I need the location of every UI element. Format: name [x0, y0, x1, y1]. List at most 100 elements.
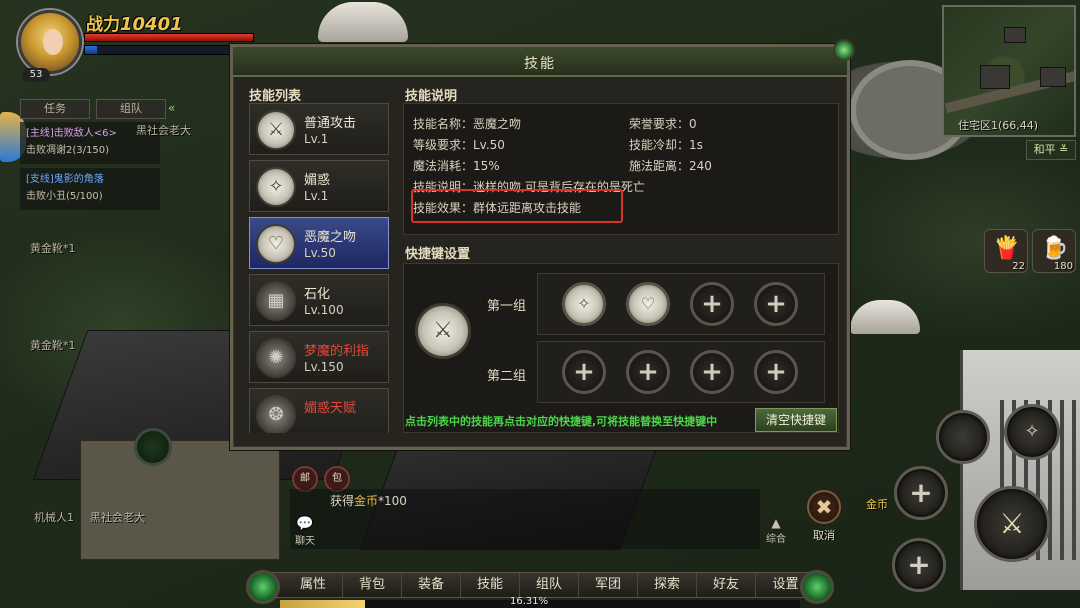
hotkey-slot[interactable]: + [690, 350, 734, 394]
skill-item-locked[interactable]: ✺ 梦魔的利指 Lv.150 [249, 331, 389, 383]
hotkey-slot[interactable]: ♡ [626, 282, 670, 326]
player-avatar[interactable] [18, 10, 82, 74]
hotkey-slot[interactable]: + [754, 282, 798, 326]
quest-title: [主线]击败敌人<6> [26, 128, 117, 139]
skill-slot-button[interactable] [936, 410, 990, 464]
current-skill-icon: ⚔ [415, 303, 471, 359]
skill-level: Lv.100 [304, 303, 344, 317]
house-wall [80, 440, 280, 560]
dialog-header: 技能 [233, 47, 847, 77]
hotkey-hint: 点击列表中的技能再点击对应的快捷键,可将技能替换至快捷键中 [405, 415, 718, 428]
group-label: 第一组 [487, 299, 527, 314]
minimap-coordinates: 住宅区1(66,44) [958, 119, 1039, 132]
skill-name: 石化 [304, 287, 331, 302]
dialog-title: 技能 [524, 56, 556, 72]
skill-desc-cooldown: 技能冷却：1s [629, 138, 703, 152]
chat-button-label: 聊天 [295, 536, 315, 547]
skill-slot-button[interactable]: ✧ [1004, 404, 1060, 460]
tab-quest[interactable]: 任务 [20, 99, 90, 119]
hotkey-slot[interactable]: + [754, 350, 798, 394]
menu-friends[interactable]: 好友 [697, 573, 756, 597]
sword-icon: ⚔ [433, 318, 453, 343]
attack-button[interactable]: ⚔ [974, 486, 1050, 562]
quick-item-slot[interactable]: 🍟 22 [984, 229, 1028, 273]
cancel-button[interactable]: ✖ 取消 [796, 490, 852, 542]
npc-name-label[interactable]: 黑社会老大 [136, 122, 191, 138]
menu-equipment[interactable]: 装备 [402, 573, 461, 597]
chat-channel-button[interactable]: ▲ 综合 [764, 516, 788, 548]
hotkey-group-2: + + + + [537, 341, 825, 403]
skill-item[interactable]: ▦ 石化 Lv.100 [249, 274, 389, 326]
plus-icon: + [701, 289, 723, 319]
skill-list[interactable]: ⚔ 普通攻击 Lv.1 ✧ 媚惑 Lv.1 ♡ 恶魔之吻 Lv.50 ▦ 石化 … [249, 103, 391, 433]
minimap-house [1040, 67, 1066, 87]
skill-item[interactable]: ✧ 媚惑 Lv.1 [249, 160, 389, 212]
skill-dialog: 技能 技能列表 技能说明 ⚔ 普通攻击 Lv.1 ✧ 媚惑 Lv.1 ♡ 恶魔之… [230, 39, 855, 450]
claw-icon: ✺ [256, 338, 296, 378]
hotkey-title: 快捷键设置 [405, 247, 471, 262]
chat-channel-label: 综合 [766, 534, 786, 545]
quick-item-slot[interactable]: 🍺 180 [1032, 229, 1076, 273]
quest-item[interactable]: [支线]鬼影的角落 击败小丑(5/100) [20, 168, 160, 210]
pk-mode-toggle[interactable]: 和平 ≚ [1026, 140, 1076, 160]
item-count: 180 [1053, 261, 1073, 272]
avatar-face [43, 29, 63, 55]
hotkey-slot[interactable]: + [690, 282, 734, 326]
drop-item-label[interactable]: 黄金靴*1 [30, 240, 76, 256]
skill-item-locked[interactable]: ❂ 媚惑天赋 [249, 388, 389, 433]
menu-team[interactable]: 组队 [520, 573, 579, 597]
hotkey-slot[interactable]: + [562, 350, 606, 394]
chat-button[interactable]: 💬 聊天 [292, 516, 318, 547]
clear-hotkeys-button[interactable]: 清空快捷键 [755, 408, 837, 432]
skill-name: 媚惑天赋 [304, 401, 357, 416]
heart-icon: ♡ [640, 294, 656, 313]
hotkey-slot[interactable]: ✧ [562, 282, 606, 326]
menu-settings[interactable]: 设置 [756, 573, 815, 597]
gold-drop-label[interactable]: 金币 [866, 496, 888, 512]
skill-level: Lv.1 [304, 132, 329, 146]
skill-list-title: 技能列表 [249, 89, 302, 104]
player-level: 53 [22, 68, 50, 82]
menu-attributes[interactable]: 属性 [284, 573, 343, 597]
item-count: 22 [1012, 261, 1025, 272]
sparkle-icon: ✧ [1024, 421, 1040, 442]
empty-skill-slot[interactable]: + [892, 538, 946, 592]
grid-icon: ▦ [256, 281, 296, 321]
quest-title: [支线]鬼影的角落 [26, 174, 104, 185]
skill-name: 普通攻击 [304, 116, 357, 131]
menu-explore[interactable]: 探索 [638, 573, 697, 597]
npc-name-label[interactable]: 机械人1 [34, 509, 74, 525]
triangle-up-icon: ▲ [771, 516, 781, 530]
sparkle-icon: ✧ [577, 294, 591, 313]
xp-percent: 16.31% [510, 596, 549, 607]
hotkey-slot[interactable]: + [626, 350, 670, 394]
move-joystick[interactable] [134, 428, 172, 466]
menu-legion[interactable]: 军团 [579, 573, 638, 597]
left-orb[interactable] [246, 570, 280, 604]
plus-icon: + [765, 357, 787, 387]
hotkey-group-1: ✧ ♡ + + [537, 273, 825, 335]
npc-name-label[interactable]: 黑社会老大 [90, 509, 145, 525]
combat-power-label: 战力 [86, 15, 120, 35]
skill-desc-range: 施法距离：240 [629, 159, 712, 173]
plus-icon: + [701, 357, 723, 387]
skill-item-selected[interactable]: ♡ 恶魔之吻 Lv.50 [249, 217, 389, 269]
minimap-house [980, 65, 1010, 89]
drop-item-label[interactable]: 黄金靴*1 [30, 337, 76, 353]
combat-power: 战力10401 [86, 10, 183, 35]
quest-collapse-icon[interactable]: « [168, 101, 186, 117]
quest-detail: 击败凋谢2(3/150) [26, 145, 109, 156]
menu-skills[interactable]: 技能 [461, 573, 520, 597]
quest-tabs: 任务 组队 [20, 99, 166, 119]
heart-icon: ♡ [256, 224, 296, 264]
plus-icon: + [637, 357, 659, 387]
chat-icon: 💬 [296, 516, 314, 532]
skill-name: 媚惑 [304, 173, 331, 188]
skill-item[interactable]: ⚔ 普通攻击 Lv.1 [249, 103, 389, 155]
empty-skill-slot[interactable]: + [894, 466, 948, 520]
tab-team[interactable]: 组队 [96, 99, 166, 119]
skill-level: Lv.50 [304, 246, 336, 260]
effect-highlight [411, 189, 623, 223]
menu-bag[interactable]: 背包 [343, 573, 402, 597]
close-orb-button[interactable] [833, 39, 855, 61]
